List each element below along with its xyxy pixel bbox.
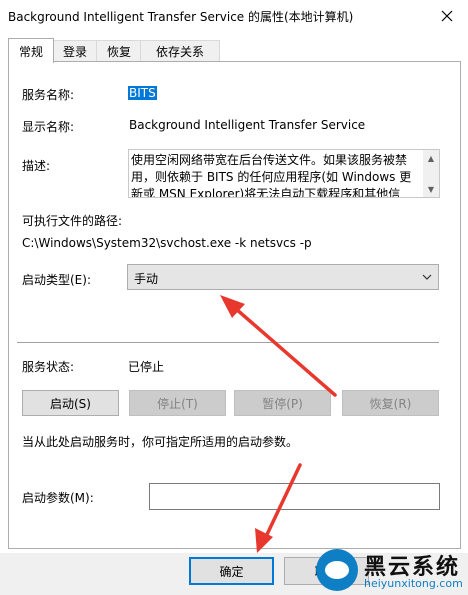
exe-path-label: 可执行文件的路径: [22,214,123,228]
title-bar: Background Intelligent Transfer Service … [0,0,468,32]
window-title: Background Intelligent Transfer Service … [8,10,354,24]
cloud-logo-icon [316,549,358,591]
startup-type-value: 手动 [134,272,159,286]
close-button[interactable] [426,0,468,32]
scroll-up-icon[interactable]: ▲ [423,150,439,166]
chevron-down-icon [422,274,432,280]
service-name-value[interactable]: BITS [128,86,157,100]
start-params-input[interactable] [149,483,440,510]
exe-path-value: C:\Windows\System32\svchost.exe -k netsv… [22,236,312,250]
status-label: 服务状态: [22,360,75,374]
resume-button[interactable]: 恢复(R) [342,390,439,416]
watermark-url: heiyunxitong.com [364,577,463,590]
close-icon [441,10,453,22]
display-name-label: 显示名称: [22,120,75,134]
general-panel [8,61,461,549]
watermark: 黑云系统 heiyunxitong.com [316,545,466,595]
description-scrollbar[interactable]: ▲ ▼ [423,150,439,197]
tab-general[interactable]: 常规 [8,38,54,63]
tab-logon[interactable]: 登录 [52,40,98,61]
start-params-hint: 当从此处启动服务时，你可指定所适用的启动参数。 [22,435,299,449]
tab-dependencies[interactable]: 依存关系 [140,40,220,61]
description-text: 使用空闲网络带宽在后台传送文件。如果该服务被禁用，则依赖于 BITS 的任何应用… [131,153,412,198]
service-name-label: 服务名称: [22,88,75,102]
tab-recovery[interactable]: 恢复 [96,40,142,61]
status-value: 已停止 [128,360,165,374]
scroll-down-icon[interactable]: ▼ [423,181,439,197]
startup-type-label: 启动类型(E): [22,273,91,287]
section-divider [17,342,439,343]
ok-button[interactable]: 确定 [189,557,274,585]
start-params-label: 启动参数(M): [22,491,94,505]
display-name-value[interactable]: Background Intelligent Transfer Service [129,118,365,132]
description-box[interactable]: 使用空闲网络带宽在后台传送文件。如果该服务被禁用，则依赖于 BITS 的任何应用… [128,149,440,198]
description-label: 描述: [22,159,51,173]
stop-button[interactable]: 停止(T) [129,390,226,416]
start-button[interactable]: 启动(S) [22,390,119,416]
pause-button[interactable]: 暂停(P) [234,390,331,416]
startup-type-select[interactable]: 手动 [127,264,439,290]
